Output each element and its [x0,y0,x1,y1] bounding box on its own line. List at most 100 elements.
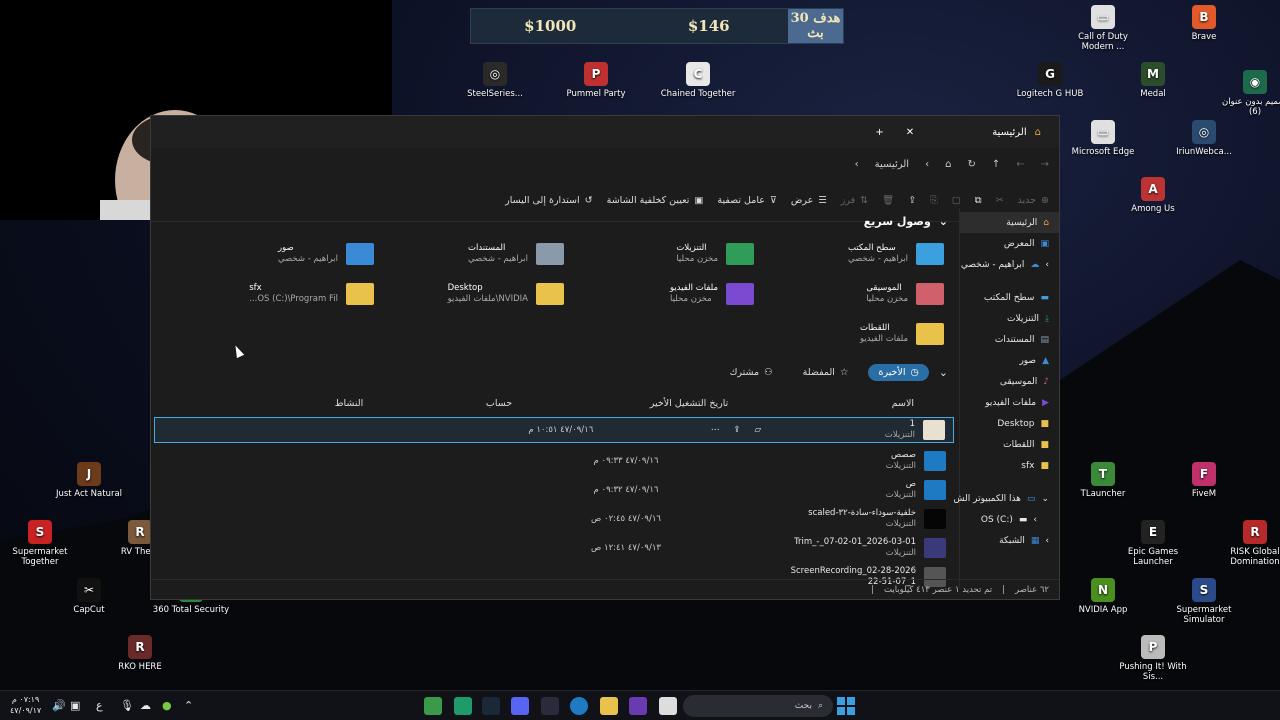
back-icon[interactable]: ← [1016,159,1024,170]
refresh-icon[interactable]: ↻ [967,159,975,170]
file-row[interactable]: ص التنزيلات ٤٧/٠٩/١٦ ٠٩:٣٢ م [154,475,954,504]
desktop-shortcut[interactable]: M Medal [1113,62,1193,99]
home-icon[interactable]: ⌂ [945,159,951,170]
desktop-shortcut[interactable]: ◎ IriunWebca... [1164,120,1244,157]
col-last-played[interactable]: تاريخ التشغيل الأخير [574,398,804,409]
file-row[interactable]: 2026-03-01_07-02-01_-_Trim التنزيلات ٤٧/٠٩… [154,533,954,562]
delete-icon[interactable]: 🗑 [882,195,894,206]
file-explorer-icon[interactable] [600,697,618,715]
tab-home[interactable]: ⌂ الرئيسية ✕ + [867,127,1049,138]
open-folder-icon[interactable]: ▱ [754,425,761,435]
quick-access-item[interactable]: sfx OS (C:)\Program Fil... [184,274,374,314]
sidebar-item-music[interactable]: ♪ الموسيقى [960,371,1059,392]
share-icon[interactable]: ⇪ [908,195,916,206]
desktop-shortcut[interactable]: ▭ Microsoft Edge [1063,120,1143,157]
desktop-shortcut[interactable]: ◉ تصميم بدون عنوان (6) [1215,70,1280,117]
steam-icon[interactable] [482,697,500,715]
new-tab-button[interactable]: + [875,127,883,138]
sidebar-item-this-pc[interactable]: ⌄ ▭ هذا الكمبيوتر الش [954,488,1059,509]
start-button[interactable] [837,697,855,715]
file-row[interactable]: صصص التنزيلات ٤٧/٠٩/١٦ ٠٩:٣٣ م [154,446,954,475]
chip-favorites[interactable]: ☆ المفضلة [793,364,859,381]
more-icon[interactable]: ⋯ [711,425,720,435]
paste-icon[interactable]: ▢ [952,195,961,206]
quick-access-item[interactable]: صور ابراهيم - شخصي [184,234,374,274]
col-account[interactable]: حساب [424,398,574,409]
discord-icon[interactable] [511,697,529,715]
sidebar-item-videos[interactable]: ▶ ملفات الفيديو [960,392,1059,413]
share-icon[interactable]: ⇪ [733,425,740,435]
sidebar-item-downloads[interactable]: ⤓ التنزيلات [960,308,1059,329]
desktop-shortcut[interactable]: ▭ Call of Duty Modern ... [1063,5,1143,52]
desktop-shortcut[interactable]: C Chained Together [658,62,738,99]
store-icon[interactable] [541,697,559,715]
mic-icon[interactable]: 🎙 [120,699,134,712]
sidebar-item-clips[interactable]: ■ اللقطات [960,434,1059,455]
quick-access-item[interactable]: الموسيقى مخزن محليا [754,274,944,314]
taskbar-app-icon[interactable] [659,697,677,715]
search-input[interactable]: بحث ⌕ [683,695,833,717]
sidebar-item-sfx[interactable]: ■ sfx [960,455,1059,476]
sort-button[interactable]: ⇅ فرز [841,195,868,206]
desktop-shortcut[interactable]: S Supermarket Together [0,520,80,567]
cut-icon[interactable]: ✂ [996,195,1004,206]
breadcrumb[interactable]: الرئيسية [875,159,909,170]
volume-icon[interactable]: 🔊 [52,699,66,712]
desktop-shortcut[interactable]: A Among Us [1113,177,1193,214]
display-icon[interactable]: ▣ [70,699,80,712]
taskbar-app-icon[interactable] [424,697,442,715]
quick-access-item[interactable]: اللقطات ملفات الفيديو [754,314,944,354]
quick-access-item[interactable]: سطح المكتب ابراهيم - شخصي [754,234,944,274]
sidebar-item-desktop[interactable]: ▬ سطح المكتب [960,287,1059,308]
chip-recent[interactable]: ◷ الأخيرة [868,363,929,381]
chevron-down-icon[interactable]: ⌄ [939,366,948,379]
desktop-shortcut[interactable]: N NVIDIA App [1063,578,1143,615]
sidebar-item-os-c[interactable]: › ▬ OS (C:) [960,509,1059,530]
quick-access-header[interactable]: ⌄ وصول سريع [154,208,954,234]
nvidia-tray-icon[interactable]: ● [162,699,172,712]
col-activity[interactable]: النشاط [274,398,424,409]
sidebar-item-documents[interactable]: ▤ المستندات [960,329,1059,350]
chevron-down-icon[interactable]: ⌄ [939,215,948,228]
close-tab-icon[interactable]: ✕ [906,127,914,138]
desktop-shortcut[interactable]: J Just Act Natural [49,462,129,499]
desktop-shortcut[interactable]: P Pummel Party [556,62,636,99]
clock[interactable]: ٠٧:١٩ م ٤٧/٠٩/١٧ [10,694,41,716]
col-name[interactable]: الاسم [804,398,954,409]
rename-icon[interactable]: ⎘ [930,195,938,206]
taskbar-app-icon[interactable] [454,697,472,715]
copy-icon[interactable]: ⧉ [975,195,982,206]
desktop-shortcut[interactable]: R RKO HERE [100,635,180,672]
filter-button[interactable]: ⊽ عامل تصفية [717,195,776,206]
rotate-left-button[interactable]: ↺ استدارة إلى اليسار [505,195,592,206]
desktop-shortcut[interactable]: E Epic Games Launcher [1113,520,1193,567]
quick-access-item[interactable]: ملفات الفيديو مخزن محليا [564,274,754,314]
file-row[interactable]: 1 التنزيلات ▱ ⇪ ⋯ ٤٧/٠٩/١٦ ١٠:٥١ م [154,417,954,443]
sidebar-item-onedrive[interactable]: › ☁ ابراهيم - شخصي [960,254,1059,275]
desktop-shortcut[interactable]: ◎ SteelSeries... [455,62,535,99]
quick-access-item[interactable]: Desktop NVIDIA\ملفات الفيديو [374,274,564,314]
view-button[interactable]: ☰ عرض [791,195,827,206]
taskbar-app-icon[interactable] [629,697,647,715]
chip-shared[interactable]: ⚇ مشترك [720,364,783,381]
set-wallpaper-button[interactable]: ▣ تعيين كخلفية الشاشة [607,195,704,206]
sidebar-item-home[interactable]: ⌂ الرئيسية [960,212,1059,233]
desktop-shortcut[interactable]: R RISK Global Domination [1215,520,1280,567]
language-indicator[interactable]: ع [96,699,103,712]
forward-icon[interactable]: → [1041,159,1049,170]
sidebar-item-desktop-folder[interactable]: ■ Desktop [960,413,1059,434]
chevron-up-icon[interactable]: ⌃ [184,699,193,712]
desktop-shortcut[interactable]: G Logitech G HUB [1010,62,1090,99]
desktop-shortcut[interactable]: F FiveM [1164,462,1244,499]
desktop-shortcut[interactable]: B Brave [1164,5,1244,42]
onedrive-icon[interactable]: ☁ [140,699,151,712]
chevron-icon[interactable]: › [855,159,859,170]
up-icon[interactable]: ↑ [992,159,1000,170]
sidebar-item-network[interactable]: › ▦ الشبكة [960,530,1059,551]
desktop-shortcut[interactable]: T TLauncher [1063,462,1143,499]
file-row[interactable]: خلفية-سوداء-سادة-٣٢-scaled التنزيلات ٤٧/٠٩… [154,504,954,533]
sidebar-item-gallery[interactable]: ▣ المعرض [960,233,1059,254]
new-button[interactable]: ⊕ جديد [1018,195,1049,206]
quick-access-item[interactable]: التنزيلات مخزن محليا [564,234,754,274]
desktop-shortcut[interactable]: ✂ CapCut [49,578,129,615]
